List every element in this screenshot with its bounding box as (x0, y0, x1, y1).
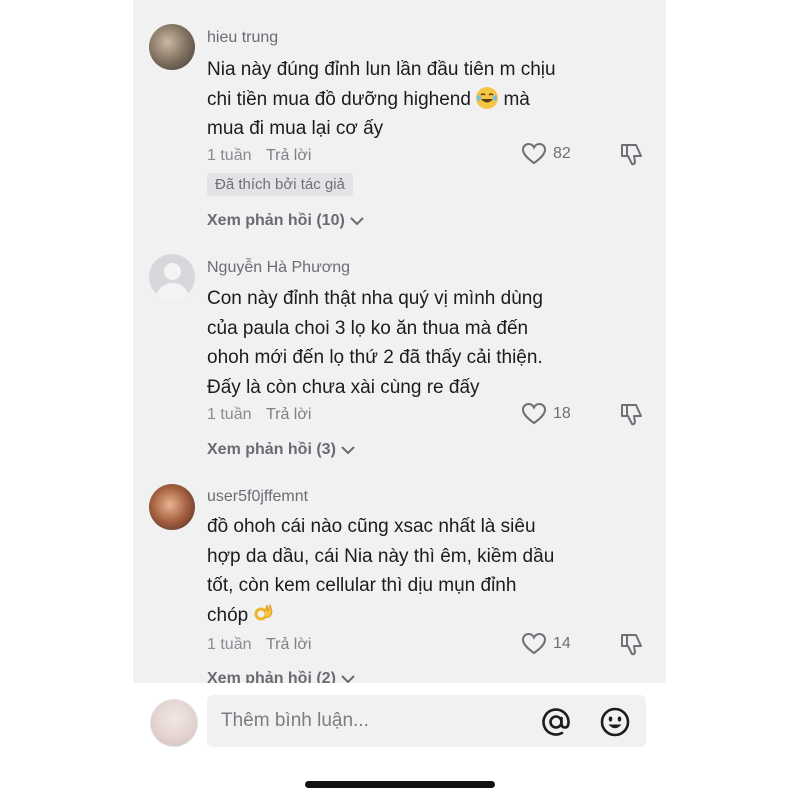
comment-line: chóp (207, 601, 627, 631)
comment-line: Con này đỉnh thật nha quý vị mình dùng (207, 288, 543, 309)
dislike-button[interactable] (619, 632, 645, 658)
heart-icon (521, 632, 547, 655)
reply-button[interactable]: Trả lời (266, 406, 311, 423)
comment-line-text: chóp (207, 604, 249, 626)
avatar[interactable] (149, 484, 195, 530)
comment-text: Con này đỉnh thật nha quý vị mình dùng c… (207, 284, 627, 402)
comment-line: Đấy là còn chưa xài cùng re đấy (207, 376, 480, 398)
emoji-picker-icon[interactable] (599, 706, 631, 743)
comment-text: đồ ohoh cái nào cũng xsac nhất là siêu h… (207, 512, 627, 630)
comment-line: chi tiền mua đồ dưỡng highend mà (207, 85, 627, 115)
comment-input-placeholder: Thêm bình luận... (221, 710, 369, 731)
comment-input[interactable]: Thêm bình luận... (207, 695, 646, 747)
avatar[interactable] (149, 24, 195, 70)
face-with-tears-of-joy-icon (476, 86, 499, 109)
at-mention-icon[interactable] (540, 706, 572, 743)
view-replies-button[interactable]: Xem phản hồi (10) (207, 212, 365, 230)
comment-line: Nia này đúng đỉnh lun lần đầu tiên m chị… (207, 59, 556, 80)
like-button[interactable]: 18 (521, 402, 581, 428)
comment-meta: 1 tuần Trả lời (207, 147, 311, 165)
liked-by-author-badge: Đã thích bởi tác giả (207, 173, 353, 196)
default-avatar-head (164, 263, 181, 280)
comment-line: ohoh mới đến lọ thứ 2 đã thấy cải thiện. (207, 347, 543, 368)
chevron-down-icon (341, 675, 355, 683)
like-count: 14 (553, 635, 571, 652)
thumbs-down-icon (621, 404, 642, 426)
like-button[interactable]: 82 (521, 142, 581, 168)
comment-username[interactable]: Nguyễn Hà Phương (207, 259, 350, 277)
heart-icon (521, 402, 547, 425)
comment-line: của paula choi 3 lọ ko ăn thua mà đến (207, 317, 529, 339)
comment-meta: 1 tuần Trả lời (207, 406, 311, 424)
comments-screen: hieu trung Nia này đúng đỉnh lun lần đầu… (133, 0, 666, 800)
reply-button[interactable]: Trả lời (266, 147, 311, 164)
comment-line: hợp da dầu, cái Nia này thì êm, kiềm dầu (207, 545, 555, 567)
comment-username[interactable]: hieu trung (207, 29, 278, 47)
chevron-down-icon (341, 446, 355, 455)
comment-line: mua đi mua lại cơ ấy (207, 118, 384, 139)
chevron-down-icon (350, 217, 364, 226)
current-user-avatar[interactable] (150, 699, 198, 747)
dislike-button[interactable] (619, 142, 645, 168)
comment-time: 1 tuần (207, 406, 252, 423)
comment-line: đồ ohoh cái nào cũng xsac nhất là siêu (207, 516, 536, 537)
comment-meta: 1 tuần Trả lời (207, 636, 311, 654)
view-replies-button[interactable]: Xem phản hồi (3) (207, 441, 356, 459)
comment-line: tốt, còn kem cellular thì dịu mụn đỉnh (207, 575, 517, 596)
like-count: 82 (553, 145, 571, 162)
view-replies-label: Xem phản hồi (3) (207, 441, 336, 458)
view-replies-button[interactable]: Xem phản hồi (2) (207, 670, 356, 683)
reply-button[interactable]: Trả lời (266, 636, 311, 653)
like-count: 18 (553, 405, 571, 422)
home-indicator[interactable] (305, 781, 495, 788)
comment-input-bar: Thêm bình luận... (133, 683, 666, 800)
comment-time: 1 tuần (207, 636, 252, 653)
comment-line-text: chi tiền mua đồ dưỡng highend (207, 88, 471, 110)
view-replies-label: Xem phản hồi (2) (207, 670, 336, 683)
heart-icon (521, 142, 547, 165)
comment-text: Nia này đúng đỉnh lun lần đầu tiên m chị… (207, 55, 627, 144)
dislike-button[interactable] (619, 402, 645, 428)
comment-list[interactable]: hieu trung Nia này đúng đỉnh lun lần đầu… (133, 0, 666, 683)
thumbs-down-icon (621, 144, 642, 166)
ok-hand-icon (253, 602, 275, 625)
like-button[interactable]: 14 (521, 632, 581, 658)
view-replies-label: Xem phản hồi (10) (207, 212, 345, 229)
avatar[interactable] (149, 254, 195, 300)
comment-time: 1 tuần (207, 147, 252, 164)
default-avatar-body (156, 283, 189, 300)
thumbs-down-icon (621, 634, 642, 656)
comment-username[interactable]: user5f0jffemnt (207, 488, 308, 506)
comment-line-text: mà (498, 88, 530, 110)
